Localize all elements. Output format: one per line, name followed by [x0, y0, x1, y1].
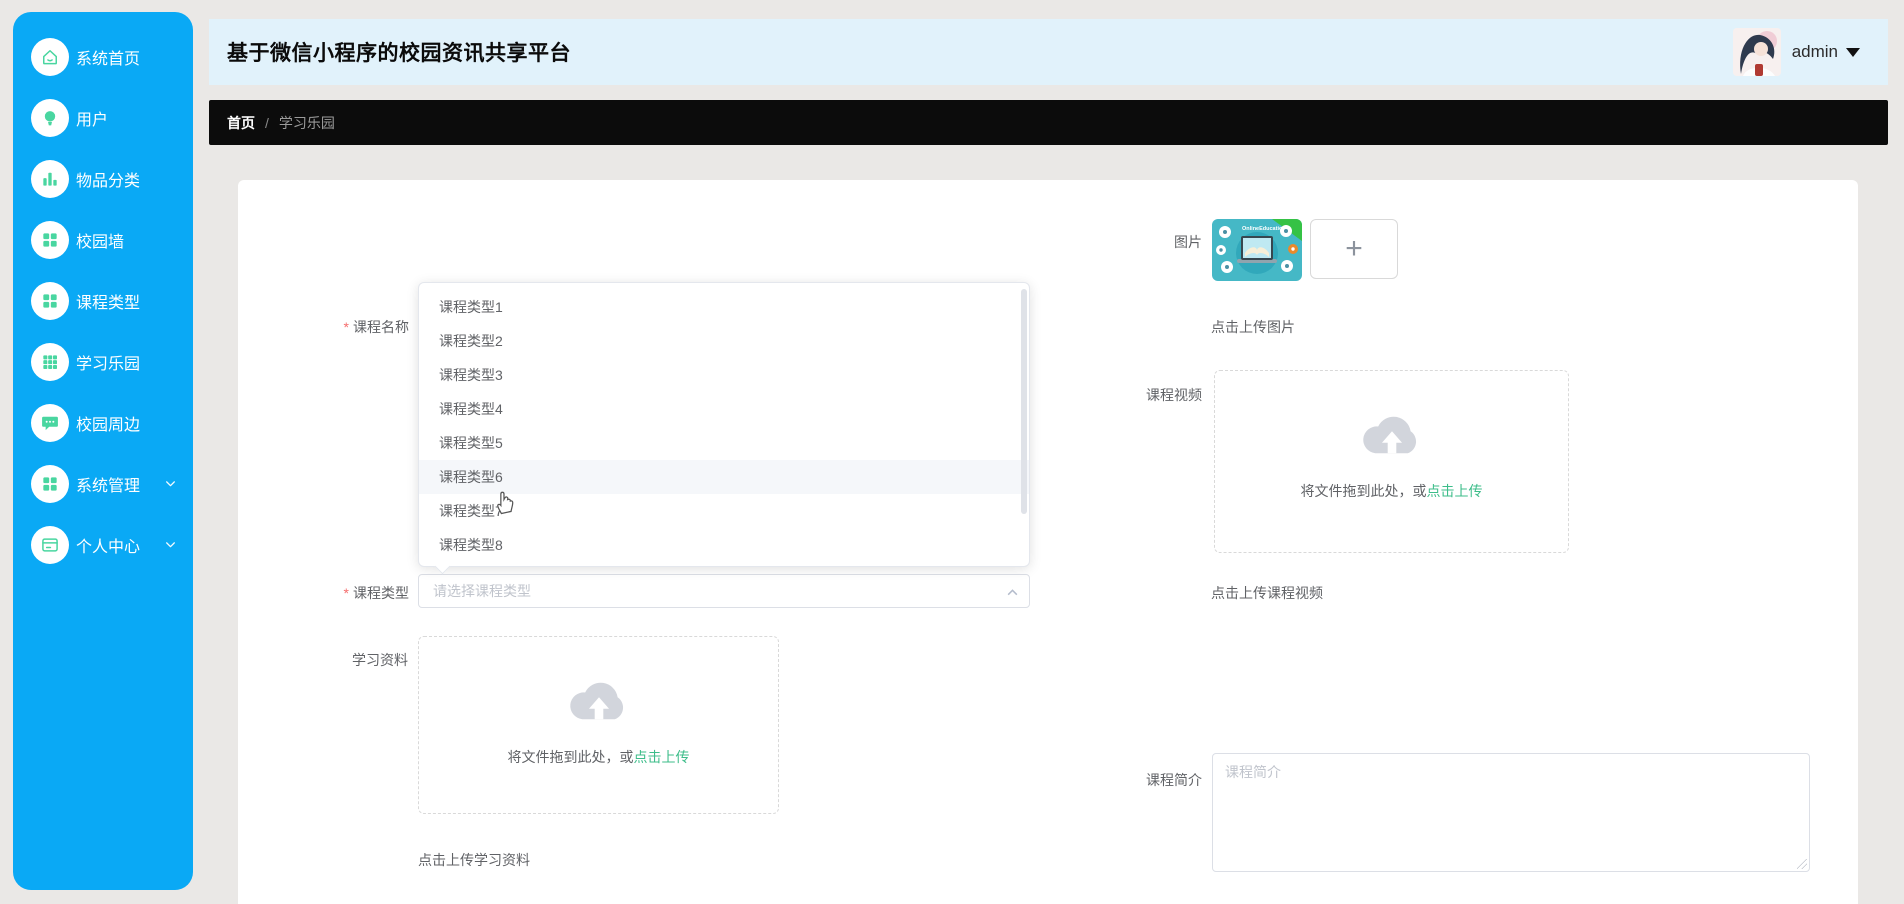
required-asterisk: * [343, 585, 349, 601]
cursor-pointer-icon [497, 491, 514, 515]
grid-icon [31, 220, 69, 259]
sidebar-item-2-bulb[interactable]: 用户 [13, 87, 193, 148]
course-intro-label: 课程简介 [1146, 772, 1202, 788]
sidebar-item-label: 个人中心 [76, 538, 141, 556]
svg-text:OnlineEducation: OnlineEducation [1242, 226, 1286, 232]
sidebar-item-label: 系统管理 [76, 477, 141, 495]
app-root: { "header": { "title": "基于微信小程序的校园资讯共享平台… [0, 0, 1904, 904]
breadcrumb-separator: / [265, 114, 269, 131]
grid-icon [31, 464, 69, 503]
select-placeholder: 请选择课程类型 [433, 583, 531, 599]
upload-drag-text: 将文件拖到此处，或 [507, 749, 634, 765]
dropdown-option[interactable]: 课程类型4 [419, 392, 1029, 426]
dropdown-option[interactable]: 课程类型5 [419, 426, 1029, 460]
dropdown-option[interactable]: 课程类型2 [419, 324, 1029, 358]
upload-click-link[interactable]: 点击上传 [634, 749, 690, 765]
sidebar-item-label: 学习乐园 [76, 355, 141, 373]
sidebar-item-8-grid[interactable]: 系统管理 [13, 453, 193, 514]
course-name-label: * 课程名称 [343, 319, 409, 335]
grid9-icon [31, 342, 69, 381]
image-thumbnail[interactable]: OnlineEducation [1212, 219, 1302, 281]
chat-icon [31, 403, 69, 442]
upload-click-link[interactable]: 点击上传 [1427, 483, 1483, 499]
course-video-tip: 点击上传课程视频 [1211, 585, 1323, 601]
sidebar-item-label: 课程类型 [76, 294, 141, 312]
breadcrumb: 首页 / 学习乐园 [209, 100, 1888, 145]
dropdown-option[interactable]: 课程类型1 [419, 290, 1029, 324]
sidebar-item-5-grid[interactable]: 课程类型 [13, 270, 193, 331]
content-card: 图片 OnlineEducation + 点击上传图片 * 课程名称 课程类型1 课… [238, 180, 1858, 904]
card-icon [31, 525, 69, 564]
caret-down-icon [1846, 47, 1860, 57]
image-field-label: 图片 [1174, 234, 1202, 250]
sidebar-item-4-grid[interactable]: 校园墙 [13, 209, 193, 270]
study-material-tip: 点击上传学习资料 [418, 852, 530, 868]
image-upload-tip: 点击上传图片 [1211, 319, 1295, 335]
upload-cloud-icon [569, 682, 623, 720]
avatar[interactable] [1732, 28, 1781, 76]
image-upload-add-button[interactable]: + [1310, 219, 1398, 279]
course-video-label: 课程视频 [1146, 387, 1202, 403]
user-menu[interactable]: admin [1732, 28, 1860, 76]
sidebar-item-9-card[interactable]: 个人中心 [13, 514, 193, 575]
upload-drag-text: 将文件拖到此处，或 [1300, 483, 1427, 499]
grid-icon [31, 281, 69, 320]
page-title: 基于微信小程序的校园资讯共享平台 [227, 42, 571, 65]
course-type-label: * 课程类型 [343, 585, 409, 601]
dropdown-option[interactable]: 课程类型8 [419, 528, 1029, 562]
topbar: 基于微信小程序的校园资讯共享平台 admin [209, 19, 1888, 85]
plus-icon: + [1345, 232, 1363, 265]
course-intro-textarea[interactable] [1212, 753, 1810, 872]
chevron-down-icon [164, 538, 177, 551]
thumbnail-illustration: OnlineEducation [1212, 219, 1302, 281]
bar-chart-icon [31, 159, 69, 198]
bulb-icon [31, 98, 69, 137]
course-video-upload[interactable]: 将文件拖到此处，或点击上传 [1214, 370, 1569, 553]
sidebar-item-label: 校园墙 [76, 233, 125, 251]
username[interactable]: admin [1792, 42, 1838, 62]
course-type-select[interactable]: 请选择课程类型 [418, 574, 1030, 608]
study-material-label: 学习资料 [352, 652, 408, 668]
sidebar: 系统首页用户物品分类校园墙课程类型学习乐园校园周边系统管理个人中心 [13, 12, 193, 890]
sidebar-item-6-grid9[interactable]: 学习乐园 [13, 331, 193, 392]
dropdown-option[interactable]: 课程类型3 [419, 358, 1029, 392]
sidebar-item-label: 校园周边 [76, 416, 141, 434]
required-asterisk: * [343, 319, 349, 335]
chevron-up-icon [1007, 589, 1018, 596]
chevron-down-icon [164, 477, 177, 490]
sidebar-item-7-chat[interactable]: 校园周边 [13, 392, 193, 453]
sidebar-item-label: 物品分类 [76, 172, 141, 190]
dropdown-scrollbar[interactable] [1021, 289, 1027, 514]
sidebar-item-label: 系统首页 [76, 50, 141, 68]
upload-cloud-icon [1362, 416, 1416, 454]
avatar-image [1732, 28, 1781, 76]
course-intro-field [1212, 753, 1810, 872]
sidebar-item-label: 用户 [76, 111, 109, 129]
sidebar-item-1-home[interactable]: 系统首页 [13, 26, 193, 87]
sidebar-item-3-bar-chart[interactable]: 物品分类 [13, 148, 193, 209]
breadcrumb-home[interactable]: 首页 [227, 113, 255, 133]
course-type-dropdown-list: 课程类型1 课程类型2 课程类型3 课程类型4 课程类型5 课程类型6 课程类型7 课程类型8 [419, 290, 1029, 562]
course-type-dropdown: 课程类型1 课程类型2 课程类型3 课程类型4 课程类型5 课程类型6 课程类型7 课程类型8 [418, 282, 1030, 575]
home-icon [31, 37, 69, 76]
breadcrumb-current: 学习乐园 [278, 114, 335, 131]
sidebar-nav: 系统首页用户物品分类校园墙课程类型学习乐园校园周边系统管理个人中心 [13, 26, 193, 575]
study-material-upload[interactable]: 将文件拖到此处，或点击上传 [418, 636, 779, 814]
